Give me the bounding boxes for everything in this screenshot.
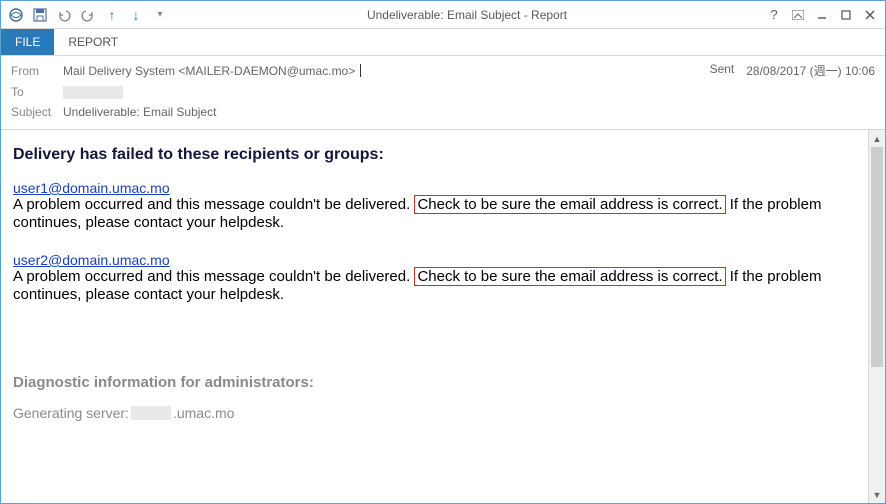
error-paragraph: A problem occurred and this message coul… <box>13 268 856 304</box>
minimize-button[interactable] <box>811 5 833 25</box>
message-body: Delivery has failed to these recipients … <box>1 130 868 503</box>
highlighted-instruction: Check to be sure the email address is co… <box>414 195 725 214</box>
subject-label: Subject <box>11 105 59 119</box>
error-text-before: A problem occurred and this message coul… <box>13 196 414 213</box>
undo-icon[interactable] <box>55 6 73 24</box>
save-icon[interactable] <box>31 6 49 24</box>
error-text-before: A problem occurred and this message coul… <box>13 268 414 285</box>
next-item-icon[interactable]: ↓ <box>127 6 145 24</box>
help-icon[interactable]: ? <box>763 5 785 25</box>
tab-report[interactable]: REPORT <box>54 29 132 55</box>
scrollbar-thumb[interactable] <box>871 147 883 367</box>
scroll-down-icon[interactable]: ▼ <box>869 486 885 503</box>
vertical-scrollbar[interactable]: ▲ ▼ <box>868 130 885 503</box>
maximize-button[interactable] <box>835 5 857 25</box>
recipient-block: user2@domain.umac.mo A problem occurred … <box>13 252 856 304</box>
from-label: From <box>11 64 59 78</box>
recipient-email-link[interactable]: user2@domain.umac.mo <box>13 252 170 268</box>
titlebar: ↑ ↓ ▾ Undeliverable: Email Subject - Rep… <box>1 1 885 29</box>
diagnostic-heading: Diagnostic information for administrator… <box>13 374 856 391</box>
scroll-up-icon[interactable]: ▲ <box>869 130 885 147</box>
recipient-block: user1@domain.umac.mo A problem occurred … <box>13 180 856 232</box>
quick-access-toolbar: ↑ ↓ ▾ <box>1 6 175 24</box>
to-value-redacted <box>63 86 123 99</box>
to-label: To <box>11 85 59 99</box>
subject-value: Undeliverable: Email Subject <box>63 105 216 119</box>
app-icon <box>7 6 25 24</box>
recipient-email-link[interactable]: user1@domain.umac.mo <box>13 180 170 196</box>
window-title: Undeliverable: Email Subject - Report <box>175 8 759 22</box>
tab-file[interactable]: FILE <box>1 29 54 55</box>
ribbon-display-options-icon[interactable] <box>787 5 809 25</box>
message-headers: From Mail Delivery System <MAILER-DAEMON… <box>1 56 885 129</box>
from-value: Mail Delivery System <MAILER-DAEMON@umac… <box>63 64 355 78</box>
qat-customize-icon[interactable]: ▾ <box>151 6 169 24</box>
generating-server-label: Generating server: <box>13 405 129 421</box>
header-row-from: From Mail Delivery System <MAILER-DAEMON… <box>11 62 875 79</box>
ribbon-tabs: FILE REPORT <box>1 29 885 56</box>
outlook-message-window: ↑ ↓ ▾ Undeliverable: Email Subject - Rep… <box>0 0 886 504</box>
close-button[interactable] <box>859 5 881 25</box>
scrollbar-track[interactable] <box>869 147 885 486</box>
delivery-failed-heading: Delivery has failed to these recipients … <box>13 146 856 164</box>
generating-server-redacted <box>131 406 171 420</box>
text-cursor <box>360 64 361 77</box>
error-paragraph: A problem occurred and this message coul… <box>13 196 856 232</box>
window-controls: ? <box>759 5 885 25</box>
message-body-area: Delivery has failed to these recipients … <box>1 129 885 503</box>
generating-server-line: Generating server: .umac.mo <box>13 405 856 421</box>
header-row-to: To <box>11 85 875 99</box>
generating-server-suffix: .umac.mo <box>173 405 234 421</box>
highlighted-instruction: Check to be sure the email address is co… <box>414 267 725 286</box>
previous-item-icon[interactable]: ↑ <box>103 6 121 24</box>
header-row-subject: Subject Undeliverable: Email Subject <box>11 105 875 119</box>
sent-label: Sent <box>710 62 735 79</box>
sent-block: Sent 28/08/2017 (週一) 10:06 <box>710 62 875 79</box>
sent-value: 28/08/2017 (週一) 10:06 <box>746 62 875 79</box>
redo-icon[interactable] <box>79 6 97 24</box>
